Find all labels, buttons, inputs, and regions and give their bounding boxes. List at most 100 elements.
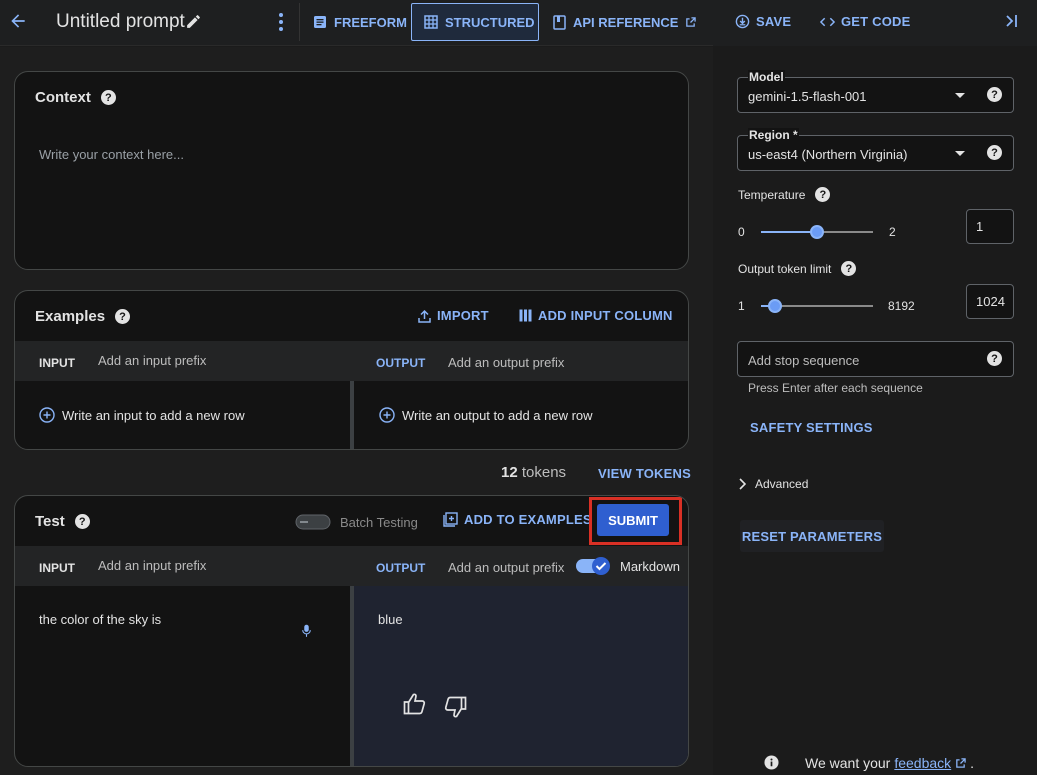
add-output-row-label: Write an output to add a new row bbox=[402, 407, 593, 423]
chevron-right-icon bbox=[738, 478, 746, 490]
context-title: Context bbox=[35, 89, 91, 106]
library-add-icon bbox=[443, 512, 458, 527]
stop-sequence-input[interactable]: Add stop sequence ? bbox=[737, 341, 1014, 377]
context-input[interactable]: Write your context here... bbox=[39, 147, 184, 162]
input-label: INPUT bbox=[39, 356, 75, 370]
help-icon[interactable]: ? bbox=[115, 309, 131, 324]
top-bar: Untitled prompt FREEFORM STRUCTURED API … bbox=[0, 0, 713, 46]
temperature-label: Temperature bbox=[738, 187, 806, 202]
token-count: 12 tokens bbox=[501, 464, 566, 481]
thumb-down-icon[interactable] bbox=[443, 696, 467, 718]
add-input-column-label: ADD INPUT COLUMN bbox=[538, 308, 673, 323]
batch-testing-toggle[interactable]: Batch Testing bbox=[295, 514, 418, 530]
input-prefix-field[interactable]: Add an input prefix bbox=[98, 353, 206, 368]
right-top-bar: SAVE GET CODE bbox=[713, 0, 1037, 46]
submit-button[interactable]: SUBMIT bbox=[597, 504, 669, 536]
microphone-icon[interactable] bbox=[302, 624, 311, 638]
download-circle-icon bbox=[735, 14, 750, 29]
help-icon[interactable]: ? bbox=[987, 87, 1002, 102]
toggle-off-icon bbox=[295, 514, 331, 530]
import-button[interactable]: IMPORT bbox=[418, 308, 489, 323]
tab-structured-label: STRUCTURED bbox=[445, 14, 535, 30]
tab-api-reference[interactable]: API REFERENCE bbox=[541, 3, 708, 41]
help-icon[interactable]: ? bbox=[815, 187, 831, 202]
output-area bbox=[354, 586, 688, 766]
test-input-text[interactable]: the color of the sky is bbox=[39, 612, 161, 627]
token-limit-max: 8192 bbox=[888, 299, 915, 313]
upload-icon bbox=[418, 309, 431, 323]
more-vert-icon[interactable] bbox=[278, 12, 284, 32]
stop-sequence-placeholder: Add stop sequence bbox=[748, 353, 860, 368]
tab-structured[interactable]: STRUCTURED bbox=[411, 3, 539, 41]
markdown-toggle[interactable]: Markdown bbox=[575, 556, 680, 576]
examples-column-header: INPUT Add an input prefix OUTPUT Add an … bbox=[15, 341, 688, 381]
thumb-up-icon[interactable] bbox=[403, 693, 427, 715]
output-prefix-field[interactable]: Add an output prefix bbox=[448, 355, 564, 370]
add-input-row-label: Write an input to add a new row bbox=[62, 407, 245, 423]
output-label: OUTPUT bbox=[376, 356, 426, 370]
add-circle-icon bbox=[379, 407, 395, 423]
region-select[interactable]: Region * us-east4 (Northern Virginia) ? bbox=[737, 128, 1014, 171]
feedback-text: We want your bbox=[805, 755, 891, 771]
markdown-label: Markdown bbox=[620, 558, 680, 574]
code-icon bbox=[820, 16, 835, 28]
token-limit-slider-thumb[interactable] bbox=[767, 299, 782, 313]
column-divider bbox=[350, 381, 354, 449]
test-header: Test ? bbox=[35, 513, 90, 530]
temperature-input[interactable]: 1 bbox=[966, 209, 1014, 244]
add-input-column-button[interactable]: ADD INPUT COLUMN bbox=[519, 308, 673, 323]
token-limit-header: Output token limit ? bbox=[738, 261, 857, 276]
prompt-title[interactable]: Untitled prompt bbox=[56, 11, 185, 33]
input-label: INPUT bbox=[39, 561, 75, 575]
model-label: Model bbox=[748, 70, 785, 84]
safety-settings-button[interactable]: SAFETY SETTINGS bbox=[750, 420, 873, 435]
examples-title: Examples bbox=[35, 308, 106, 325]
advanced-expander[interactable]: Advanced bbox=[738, 477, 808, 491]
chevron-down-icon bbox=[955, 151, 965, 156]
feedback-footer: We want your feedback . bbox=[805, 755, 974, 771]
book-icon bbox=[553, 14, 566, 30]
chevron-down-icon bbox=[955, 93, 965, 98]
view-tokens-button[interactable]: VIEW TOKENS bbox=[598, 466, 691, 481]
region-label: Region * bbox=[748, 128, 799, 142]
feedback-period: . bbox=[970, 755, 975, 771]
reset-parameters-button[interactable]: RESET PARAMETERS bbox=[740, 520, 884, 552]
collapse-panel-icon[interactable] bbox=[1004, 13, 1020, 29]
open-external-icon[interactable] bbox=[955, 757, 966, 769]
input-prefix-field[interactable]: Add an input prefix bbox=[98, 558, 206, 573]
advanced-label: Advanced bbox=[755, 477, 809, 491]
token-limit-slider[interactable] bbox=[761, 296, 873, 316]
back-arrow-icon[interactable] bbox=[8, 11, 28, 31]
help-icon[interactable]: ? bbox=[987, 351, 1002, 366]
add-output-row[interactable]: Write an output to add a new row bbox=[379, 407, 593, 423]
context-header: Context ? bbox=[35, 89, 116, 106]
toggle-on-icon bbox=[575, 556, 612, 576]
temperature-slider[interactable] bbox=[761, 222, 873, 242]
output-prefix-field[interactable]: Add an output prefix bbox=[448, 560, 564, 575]
add-to-examples-button[interactable]: ADD TO EXAMPLES bbox=[443, 512, 592, 527]
save-label: SAVE bbox=[756, 14, 792, 29]
edit-pencil-icon[interactable] bbox=[185, 13, 202, 30]
help-icon[interactable]: ? bbox=[100, 90, 116, 105]
stop-sequence-hint: Press Enter after each sequence bbox=[748, 381, 923, 395]
add-input-row[interactable]: Write an input to add a new row bbox=[39, 407, 245, 423]
divider bbox=[299, 3, 300, 41]
document-icon bbox=[313, 15, 327, 29]
main-area: Context ? Write your context here... Exa… bbox=[0, 47, 713, 775]
output-label: OUTPUT bbox=[376, 561, 426, 575]
tab-freeform[interactable]: FREEFORM bbox=[301, 3, 419, 41]
examples-card: Examples ? IMPORT ADD INPUT COLUMN INPUT… bbox=[14, 290, 689, 450]
token-limit-input[interactable]: 1024 bbox=[966, 284, 1014, 319]
get-code-button[interactable]: GET CODE bbox=[820, 14, 911, 29]
model-select[interactable]: Model gemini-1.5-flash-001 ? bbox=[737, 70, 1014, 113]
help-icon[interactable]: ? bbox=[987, 145, 1002, 160]
save-button[interactable]: SAVE bbox=[735, 14, 791, 29]
help-icon[interactable]: ? bbox=[841, 261, 857, 276]
help-icon[interactable]: ? bbox=[74, 514, 90, 529]
temperature-min: 0 bbox=[738, 225, 745, 239]
add-circle-icon bbox=[39, 407, 55, 423]
feedback-link[interactable]: feedback bbox=[894, 755, 951, 771]
test-title: Test bbox=[35, 513, 65, 530]
temperature-slider-thumb[interactable] bbox=[810, 225, 824, 239]
model-value: gemini-1.5-flash-001 bbox=[748, 89, 867, 104]
